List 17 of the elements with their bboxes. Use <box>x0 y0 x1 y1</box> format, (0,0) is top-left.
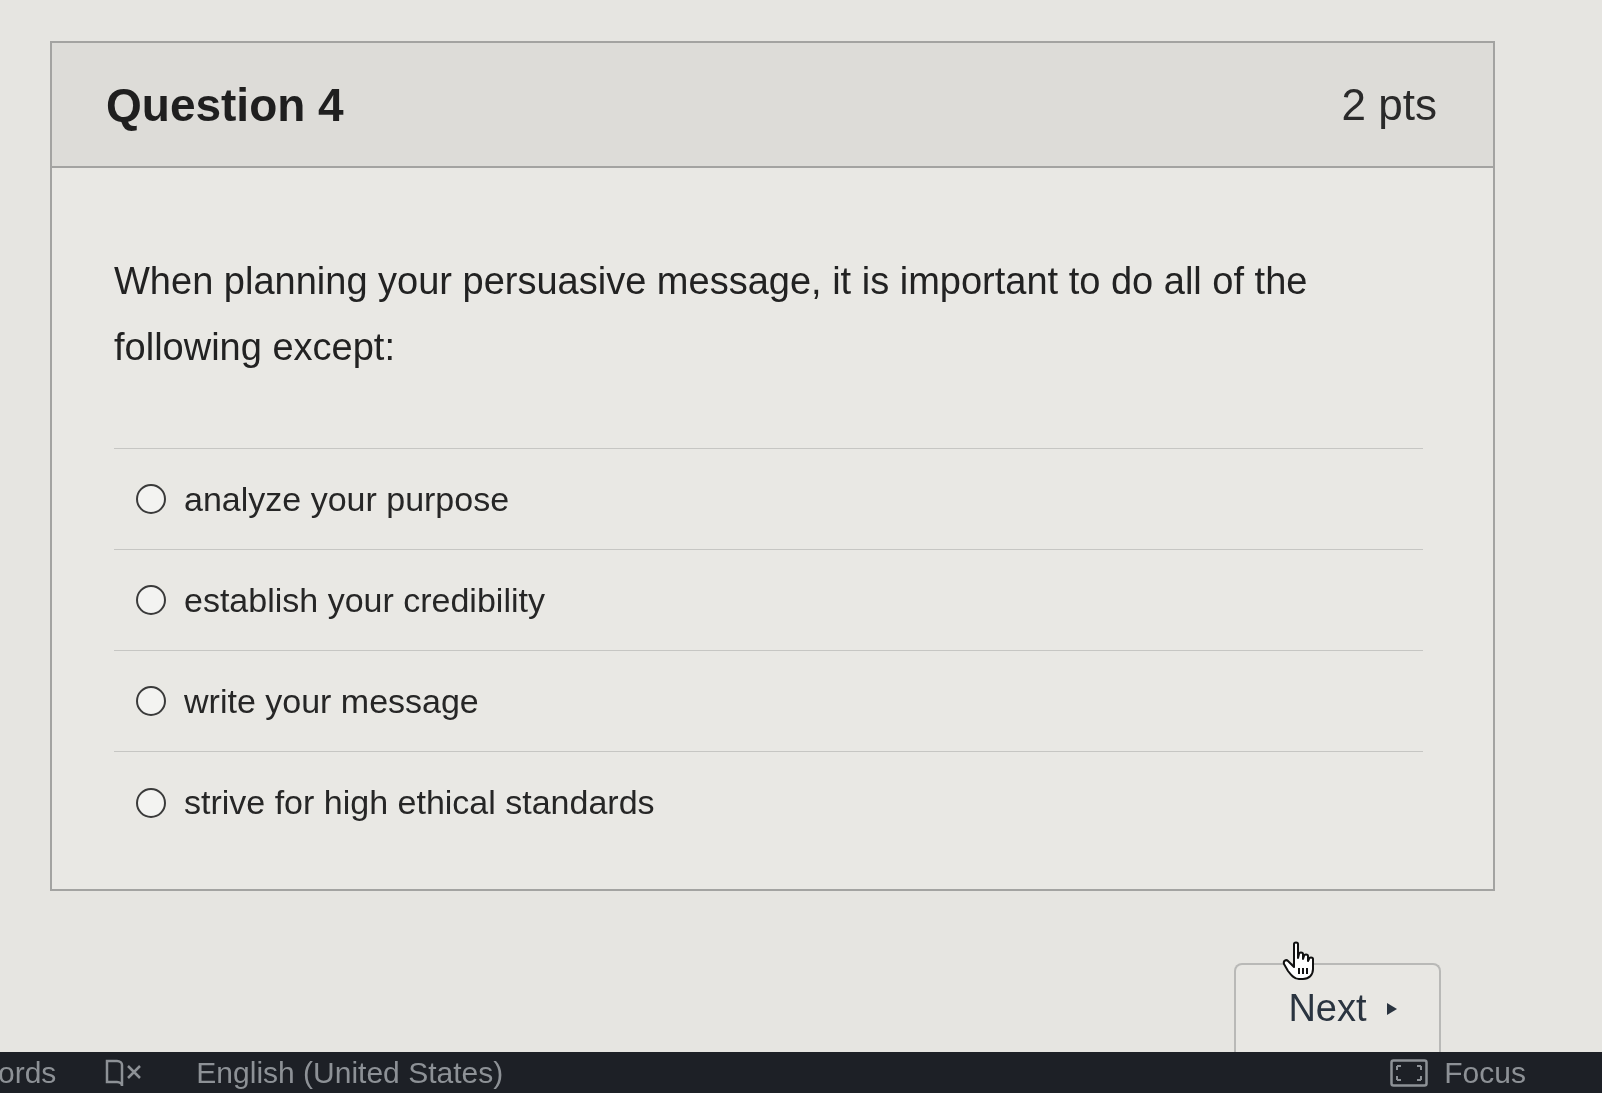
triangle-right-icon <box>1386 1002 1397 1015</box>
language-label[interactable]: English (United States) <box>196 1055 504 1090</box>
radio-button[interactable] <box>136 686 166 716</box>
focus-frame-icon[interactable] <box>1390 1058 1429 1087</box>
focus-label[interactable]: Focus <box>1444 1055 1526 1090</box>
next-button[interactable]: Next <box>1234 963 1441 1052</box>
radio-button[interactable] <box>136 484 166 514</box>
question-text: When planning your persuasive message, it is important to do all of the following except: <box>114 259 1309 370</box>
answer-option[interactable]: strive for high ethical standards <box>184 783 655 822</box>
word-count-label: ords <box>0 1055 57 1090</box>
radio-button[interactable] <box>136 585 166 615</box>
answer-option[interactable]: analyze your purpose <box>184 479 510 519</box>
answer-option[interactable]: establish your credibility <box>184 580 545 620</box>
answer-option[interactable]: write your message <box>184 681 479 721</box>
question-title: Question 4 <box>106 77 344 132</box>
radio-button[interactable] <box>136 787 166 818</box>
question-points: 2 pts <box>1341 79 1437 130</box>
